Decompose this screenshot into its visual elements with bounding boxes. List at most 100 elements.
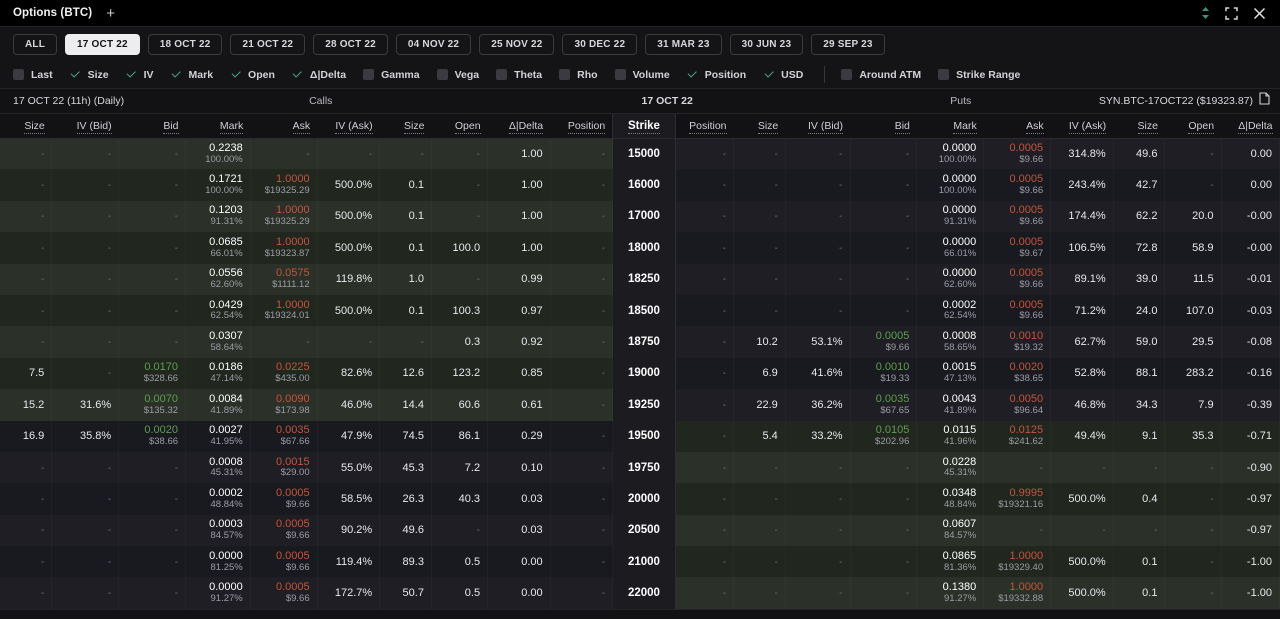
column-header-calls-8[interactable]: Δ|Delta [488,114,551,138]
strike-cell[interactable]: 22000 [613,577,676,609]
column-header-calls-6[interactable]: Size [380,114,432,138]
strike-cell[interactable]: 19000 [613,358,676,389]
toggle-open[interactable]: Open [230,69,275,81]
toggle-around-atm[interactable]: Around ATM [841,69,921,81]
column-header-calls-7[interactable]: Open [431,114,487,138]
strike-cell[interactable]: 15000 [613,138,676,169]
table-row[interactable]: ---0.055662.60%0.0575$1111.12119.8%1.0-0… [0,264,1280,295]
secondary-value: 100.00% [924,186,976,196]
add-tab-button[interactable]: + [106,6,115,21]
fullscreen-icon[interactable] [1225,7,1238,20]
table-row[interactable]: ---0.000845.31%0.0015$29.0055.0%45.37.20… [0,452,1280,483]
call-iv-ask-cell: - [317,138,380,169]
column-header-calls-3[interactable]: Mark [186,114,251,138]
strike-cell[interactable]: 21000 [613,546,676,577]
toggle-size[interactable]: Size [70,69,109,81]
document-icon[interactable] [1259,92,1270,110]
toggle-last[interactable]: Last [13,69,53,81]
table-row[interactable]: ---0.042962.54%1.0000$19324.01500.0%0.11… [0,295,1280,326]
strike-cell[interactable]: 20000 [613,483,676,514]
put-delta-cell: -0.97 [1221,483,1279,514]
expiry-tab-all[interactable]: ALL [13,34,57,55]
secondary-value: 100.00% [924,155,976,165]
strike-cell[interactable]: 19250 [613,389,676,420]
column-header-puts-2[interactable]: IV (Bid) [785,114,850,138]
table-row[interactable]: ---0.068566.01%1.0000$19323.87500.0%0.11… [0,232,1280,263]
strike-cell[interactable]: 20500 [613,515,676,546]
table-row[interactable]: 7.5-0.0170$328.660.018647.14%0.0225$435.… [0,358,1280,389]
toggle-theta[interactable]: Theta [496,69,542,81]
column-header-strike[interactable]: Strike [613,114,676,138]
column-header-calls-2[interactable]: Bid [119,114,186,138]
column-header-puts-5[interactable]: Ask [984,114,1051,138]
expiry-tab-04-nov-22[interactable]: 04 NOV 22 [396,34,471,55]
expiry-tab-25-nov-22[interactable]: 25 NOV 22 [479,34,554,55]
column-header-puts-1[interactable]: Size [734,114,786,138]
table-row[interactable]: ---0.000384.57%0.0005$9.6690.2%49.6-0.03… [0,515,1280,546]
column-header-puts-9[interactable]: Δ|Delta [1221,114,1279,138]
strike-cell[interactable]: 18750 [613,326,676,357]
column-header-puts-6[interactable]: IV (Ask) [1051,114,1114,138]
table-row[interactable]: ---0.1721100.00%1.0000$19325.29500.0%0.1… [0,169,1280,200]
expiry-tab-29-sep-23[interactable]: 29 SEP 23 [811,34,884,55]
strike-cell[interactable]: 18250 [613,264,676,295]
table-row[interactable]: ---0.000081.25%0.0005$9.66119.4%89.30.50… [0,546,1280,577]
strike-cell[interactable]: 18000 [613,232,676,263]
table-row[interactable]: ---0.030758.64%---0.30.92-18750-10.253.1… [0,326,1280,357]
column-header-puts-4[interactable]: Mark [917,114,984,138]
table-row[interactable]: ---0.000091.27%0.0005$9.66172.7%50.70.50… [0,577,1280,609]
strike-cell[interactable]: 18500 [613,295,676,326]
column-header-calls-0[interactable]: Size [0,114,52,138]
column-header-calls-5[interactable]: IV (Ask) [317,114,380,138]
column-header-puts-0[interactable]: Position [675,114,733,138]
empty-value: - [175,337,178,348]
close-icon[interactable] [1253,7,1266,20]
strike-cell[interactable]: 19750 [613,452,676,483]
column-header-puts-3[interactable]: Bid [850,114,917,138]
table-row[interactable]: 16.935.8%0.0020$38.660.002741.95%0.0035$… [0,421,1280,452]
expiry-tab-28-oct-22[interactable]: 28 OCT 22 [313,34,388,55]
strike-cell[interactable]: 17000 [613,201,676,232]
cell-value: 0.99 [521,273,542,285]
toggle-usd[interactable]: USD [763,69,803,81]
column-header-calls-1[interactable]: IV (Bid) [52,114,119,138]
expiry-tab-30-jun-23[interactable]: 30 JUN 23 [730,34,804,55]
expiry-tab-21-oct-22[interactable]: 21 OCT 22 [230,34,305,55]
cell-value: - [1210,525,1213,536]
toggle-position[interactable]: Position [687,69,746,81]
put-iv-bid-cell: - [785,232,850,263]
column-header-puts-7[interactable]: Size [1113,114,1165,138]
table-row[interactable]: ---0.120391.31%1.0000$19325.29500.0%0.1-… [0,201,1280,232]
secondary-value: $67.66 [258,437,310,447]
call-ask-cell: 1.0000$19323.87 [250,232,317,263]
expiry-tab-18-oct-22[interactable]: 18 OCT 22 [148,34,223,55]
options-chain-table-wrap[interactable]: SizeIV (Bid)BidMarkAskIV (Ask)SizeOpenΔ|… [0,114,1280,609]
toggle-strike-range[interactable]: Strike Range [938,69,1020,81]
toggle-gamma[interactable]: Gamma [363,69,420,81]
toggle-vega[interactable]: Vega [437,69,480,81]
column-header-calls-4[interactable]: Ask [250,114,317,138]
toggle-delta[interactable]: Δ|Delta [292,69,346,81]
empty-value: - [175,588,178,599]
toggle-mark[interactable]: Mark [171,69,214,81]
table-row[interactable]: ---0.000248.84%0.0005$9.6658.5%26.340.30… [0,483,1280,514]
expiry-tab-30-dec-22[interactable]: 30 DEC 22 [562,34,637,55]
expiry-tab-17-oct-22[interactable]: 17 OCT 22 [65,34,140,55]
expiry-tab-31-mar-23[interactable]: 31 MAR 23 [645,34,721,55]
table-row[interactable]: ---0.2238100.00%----1.00-15000----0.0000… [0,138,1280,169]
call-open-cell: - [431,515,487,546]
call-delta-cell: 0.29 [488,421,551,452]
toggle-iv[interactable]: IV [126,69,154,81]
toggle-volume[interactable]: Volume [615,69,670,81]
collapse-expand-icon[interactable] [1201,6,1210,20]
column-header-calls-9[interactable]: Position [550,114,613,138]
column-header-puts-8[interactable]: Open [1165,114,1221,138]
strike-cell[interactable]: 19500 [613,421,676,452]
table-row[interactable]: 15.231.6%0.0070$135.320.008441.89%0.0090… [0,389,1280,420]
call-ask-cell: - [250,138,317,169]
cell-value: - [839,463,842,474]
empty-value: - [175,149,178,160]
call-iv-bid-cell: - [52,483,119,514]
toggle-rho[interactable]: Rho [559,69,597,81]
strike-cell[interactable]: 16000 [613,169,676,200]
